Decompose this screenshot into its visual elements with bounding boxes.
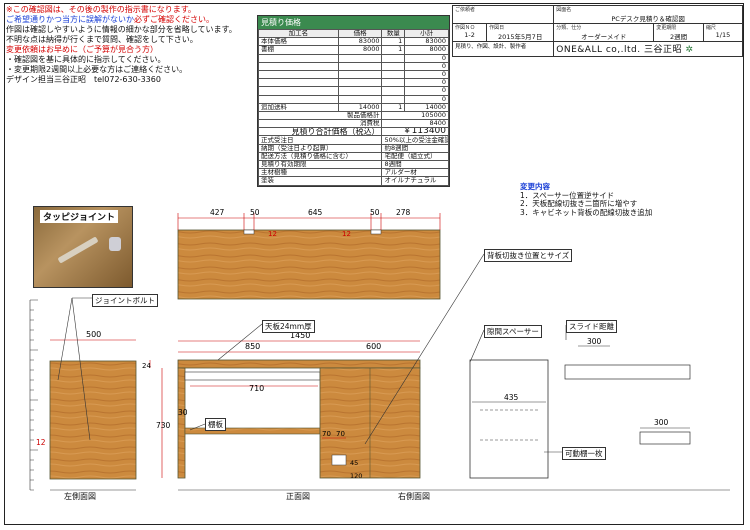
dim-120: 120 xyxy=(350,472,362,480)
slide-rail-bottom xyxy=(639,431,691,445)
technical-drawing: 427 50 645 50 278 12 12 500 12 1450 850 … xyxy=(29,208,730,491)
back-cutout xyxy=(331,454,347,466)
slide-rail-top xyxy=(564,364,691,380)
dim-12b: 12 xyxy=(342,230,351,238)
dim-300b: 300 xyxy=(654,418,669,427)
dim-710: 710 xyxy=(249,384,264,393)
dim-12a: 12 xyxy=(268,230,277,238)
cable-cutout-1 xyxy=(243,229,255,235)
dim-500: 500 xyxy=(86,330,101,339)
left-side-panel xyxy=(49,360,137,480)
keyboard-tray xyxy=(184,371,321,381)
dim-427: 427 xyxy=(210,208,225,217)
dim-730: 730 xyxy=(156,421,171,430)
back-cutout-label: 背板切抜き位置とサイズ xyxy=(484,249,573,262)
front-tabletop xyxy=(177,359,421,369)
dim-50b: 50 xyxy=(370,208,380,217)
ruler-ticks xyxy=(30,299,38,491)
cable-cutout-2 xyxy=(370,229,382,235)
right-view-caption: 右側面図 xyxy=(398,492,430,501)
tabletop-plan xyxy=(177,229,441,300)
dim-70a: 70 xyxy=(322,430,331,438)
dim-30: 30 xyxy=(178,408,188,417)
spacer-label: 隙間スペーサー xyxy=(484,325,542,338)
dim-45: 45 xyxy=(350,459,358,467)
dim-850: 850 xyxy=(245,342,260,351)
left-view-caption: 左側面図 xyxy=(64,492,96,501)
dim-435: 435 xyxy=(504,393,519,402)
dim-278: 278 xyxy=(396,208,411,217)
front-view-caption: 正面図 xyxy=(286,492,310,501)
shelf-label: 棚板 xyxy=(205,418,226,431)
dim-300a: 300 xyxy=(587,337,602,346)
joint-bolt-label: ジョイントボルト xyxy=(92,294,158,307)
dim-70b: 70 xyxy=(336,430,345,438)
right-side-cabinet xyxy=(469,359,549,479)
front-left-leg xyxy=(177,367,186,479)
slide-label: スライド距離 xyxy=(566,320,617,333)
top-thickness-label: 天板24mm厚 xyxy=(262,320,315,333)
dim-600: 600 xyxy=(366,342,381,351)
dim-645: 645 xyxy=(308,208,323,217)
dim-24: 24 xyxy=(142,362,151,370)
dim-50a: 50 xyxy=(250,208,260,217)
dim-12-side: 12 xyxy=(36,438,46,447)
movable-shelf-label: 可動棚一枚 xyxy=(562,447,606,460)
